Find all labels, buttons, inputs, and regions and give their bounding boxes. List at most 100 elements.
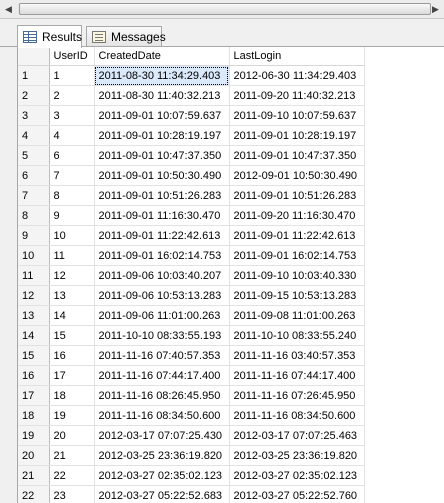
table-row[interactable]: 14 15 2011-10-10 08:33:55.193 2011-10-10 08… xyxy=(18,325,365,346)
cell-userid[interactable]: 22 xyxy=(49,465,95,486)
cell-lastlogin[interactable]: 2012-03-17 07:07:25.463 xyxy=(229,425,365,446)
cell-lastlogin[interactable]: 2012-03-27 02:35:02.123 xyxy=(229,465,365,486)
row-number[interactable]: 13 xyxy=(18,305,50,326)
row-number[interactable]: 12 xyxy=(18,285,50,306)
tab-messages[interactable]: Messages xyxy=(86,26,166,47)
cell-userid[interactable]: 9 xyxy=(49,205,95,226)
cell-createddate[interactable]: 2011-11-16 07:44:17.400 xyxy=(94,365,230,386)
cell-userid[interactable]: 2 xyxy=(49,85,95,106)
cell-createddate[interactable]: 2012-03-27 02:35:02.123 xyxy=(94,465,230,486)
table-row[interactable]: 18 19 2011-11-16 08:34:50.600 2011-11-16 08… xyxy=(18,405,365,426)
row-number[interactable]: 2 xyxy=(18,85,50,106)
cell-userid[interactable]: 21 xyxy=(49,445,95,466)
row-number[interactable]: 9 xyxy=(18,225,50,246)
table-row[interactable]: 8 9 2011-09-01 11:16:30.470 2011-09-20 11:1… xyxy=(18,205,365,226)
table-row[interactable]: 4 4 2011-09-01 10:28:19.197 2011-09-01 10:2… xyxy=(18,125,365,146)
cell-lastlogin[interactable]: 2011-09-20 11:16:30.470 xyxy=(229,205,365,226)
scroll-left-arrow-icon[interactable]: ◀ xyxy=(0,1,17,17)
table-row[interactable]: 19 20 2012-03-17 07:07:25.430 2012-03-17 07… xyxy=(18,425,365,446)
cell-createddate[interactable]: 2011-11-16 08:26:45.950 xyxy=(94,385,230,406)
cell-createddate[interactable]: 2011-11-16 07:40:57.353 xyxy=(94,345,230,366)
cell-userid[interactable]: 15 xyxy=(49,325,95,346)
cell-userid[interactable]: 3 xyxy=(49,105,95,126)
row-number[interactable]: 5 xyxy=(18,145,50,166)
table-row[interactable]: 16 17 2011-11-16 07:44:17.400 2011-11-16 07… xyxy=(18,365,365,386)
table-row[interactable]: 9 10 2011-09-01 11:22:42.613 2011-09-01 11:… xyxy=(18,225,365,246)
row-number[interactable]: 3 xyxy=(18,105,50,126)
cell-lastlogin[interactable]: 2011-11-16 07:44:17.400 xyxy=(229,365,365,386)
table-row[interactable]: 6 7 2011-09-01 10:50:30.490 2012-09-01 10:5… xyxy=(18,165,365,186)
horizontal-scrollbar[interactable]: ◀ ▶ xyxy=(0,0,444,19)
cell-lastlogin[interactable]: 2011-09-20 11:40:32.213 xyxy=(229,85,365,106)
cell-lastlogin[interactable]: 2012-03-25 23:36:19.820 xyxy=(229,445,365,466)
cell-userid[interactable]: 20 xyxy=(49,425,95,446)
cell-lastlogin[interactable]: 2012-09-01 10:50:30.490 xyxy=(229,165,365,186)
row-number[interactable]: 20 xyxy=(18,445,50,466)
cell-lastlogin[interactable]: 2012-06-30 11:34:29.403 xyxy=(229,65,365,86)
cell-createddate[interactable]: 2011-09-01 11:22:42.613 xyxy=(94,225,230,246)
row-number[interactable]: 19 xyxy=(18,425,50,446)
row-number[interactable]: 4 xyxy=(18,125,50,146)
cell-lastlogin[interactable]: 2011-09-01 10:51:26.283 xyxy=(229,185,365,206)
cell-userid[interactable]: 12 xyxy=(49,265,95,286)
cell-userid[interactable]: 17 xyxy=(49,365,95,386)
table-row[interactable]: 12 13 2011-09-06 10:53:13.283 2011-09-15 10… xyxy=(18,285,365,306)
cell-lastlogin[interactable]: 2011-09-01 16:02:14.753 xyxy=(229,245,365,266)
cell-lastlogin[interactable]: 2011-09-01 10:28:19.197 xyxy=(229,125,365,146)
table-row[interactable]: 7 8 2011-09-01 10:51:26.283 2011-09-01 10:5… xyxy=(18,185,365,206)
cell-createddate[interactable]: 2011-08-30 11:40:32.213 xyxy=(94,85,230,106)
cell-userid[interactable]: 10 xyxy=(49,225,95,246)
row-number[interactable]: 15 xyxy=(18,345,50,366)
cell-createddate[interactable]: 2011-09-06 10:53:13.283 xyxy=(94,285,230,306)
cell-createddate[interactable]: 2011-09-01 10:50:30.490 xyxy=(94,165,230,186)
cell-userid[interactable]: 4 xyxy=(49,125,95,146)
cell-createddate[interactable]: 2011-09-01 10:07:59.637 xyxy=(94,105,230,126)
cell-createddate[interactable]: 2012-03-27 05:22:52.683 xyxy=(94,485,230,503)
cell-createddate[interactable]: 2011-10-10 08:33:55.193 xyxy=(94,325,230,346)
row-number[interactable]: 1 xyxy=(18,65,50,86)
row-number[interactable]: 18 xyxy=(18,405,50,426)
row-number[interactable]: 14 xyxy=(18,325,50,346)
column-header-userid[interactable]: UserID xyxy=(49,47,95,66)
cell-lastlogin[interactable]: 2011-09-08 11:01:00.263 xyxy=(229,305,365,326)
table-row[interactable]: 11 12 2011-09-06 10:03:40.207 2011-09-10 10… xyxy=(18,265,365,286)
row-number[interactable]: 21 xyxy=(18,465,50,486)
tab-results[interactable]: Results xyxy=(17,25,82,48)
cell-userid[interactable]: 23 xyxy=(49,485,95,503)
cell-createddate[interactable]: 2011-09-01 10:47:37.350 xyxy=(94,145,230,166)
row-number[interactable]: 17 xyxy=(18,385,50,406)
row-number[interactable]: 16 xyxy=(18,365,50,386)
cell-userid[interactable]: 14 xyxy=(49,305,95,326)
cell-lastlogin[interactable]: 2011-09-10 10:07:59.637 xyxy=(229,105,365,126)
table-row[interactable]: 5 6 2011-09-01 10:47:37.350 2011-09-01 10:4… xyxy=(18,145,365,166)
cell-createddate[interactable]: 2011-09-01 11:16:30.470 xyxy=(94,205,230,226)
table-row[interactable]: 10 11 2011-09-01 16:02:14.753 2011-09-01 16… xyxy=(18,245,365,266)
cell-createddate[interactable]: 2011-09-01 10:51:26.283 xyxy=(94,185,230,206)
table-row[interactable]: 15 16 2011-11-16 07:40:57.353 2011-11-16 03… xyxy=(18,345,365,366)
cell-lastlogin[interactable]: 2011-11-16 03:40:57.353 xyxy=(229,345,365,366)
row-number-header[interactable] xyxy=(18,47,50,66)
cell-createddate[interactable]: 2011-09-01 10:28:19.197 xyxy=(94,125,230,146)
cell-userid[interactable]: 18 xyxy=(49,385,95,406)
row-number[interactable]: 10 xyxy=(18,245,50,266)
cell-createddate[interactable]: 2011-09-01 16:02:14.753 xyxy=(94,245,230,266)
cell-userid[interactable]: 7 xyxy=(49,165,95,186)
table-row[interactable]: 1 1 2011-08-30 11:34:29.403 2012-06-30 11:3… xyxy=(18,65,365,86)
cell-lastlogin[interactable]: 2011-09-01 10:47:37.350 xyxy=(229,145,365,166)
row-number[interactable]: 7 xyxy=(18,185,50,206)
column-header-lastlogin[interactable]: LastLogin xyxy=(229,47,365,66)
cell-createddate[interactable]: 2011-09-06 11:01:00.263 xyxy=(94,305,230,326)
table-row[interactable]: 17 18 2011-11-16 08:26:45.950 2011-11-16 07… xyxy=(18,385,365,406)
cell-createddate[interactable]: 2012-03-25 23:36:19.820 xyxy=(94,445,230,466)
table-row[interactable]: 21 22 2012-03-27 02:35:02.123 2012-03-27 02… xyxy=(18,465,365,486)
row-number[interactable]: 11 xyxy=(18,265,50,286)
table-row[interactable]: 22 23 2012-03-27 05:22:52.683 2012-03-27 05… xyxy=(18,485,365,503)
cell-userid[interactable]: 13 xyxy=(49,285,95,306)
cell-userid[interactable]: 16 xyxy=(49,345,95,366)
cell-userid[interactable]: 6 xyxy=(49,145,95,166)
results-grid[interactable]: UserID CreatedDate LastLogin 1 1 2011-08-3… xyxy=(17,47,444,503)
cell-lastlogin[interactable]: 2011-11-16 07:26:45.950 xyxy=(229,385,365,406)
table-row[interactable]: 3 3 2011-09-01 10:07:59.637 2011-09-10 10:0… xyxy=(18,105,365,126)
table-row[interactable]: 2 2 2011-08-30 11:40:32.213 2011-09-20 11:4… xyxy=(18,85,365,106)
row-number[interactable]: 8 xyxy=(18,205,50,226)
